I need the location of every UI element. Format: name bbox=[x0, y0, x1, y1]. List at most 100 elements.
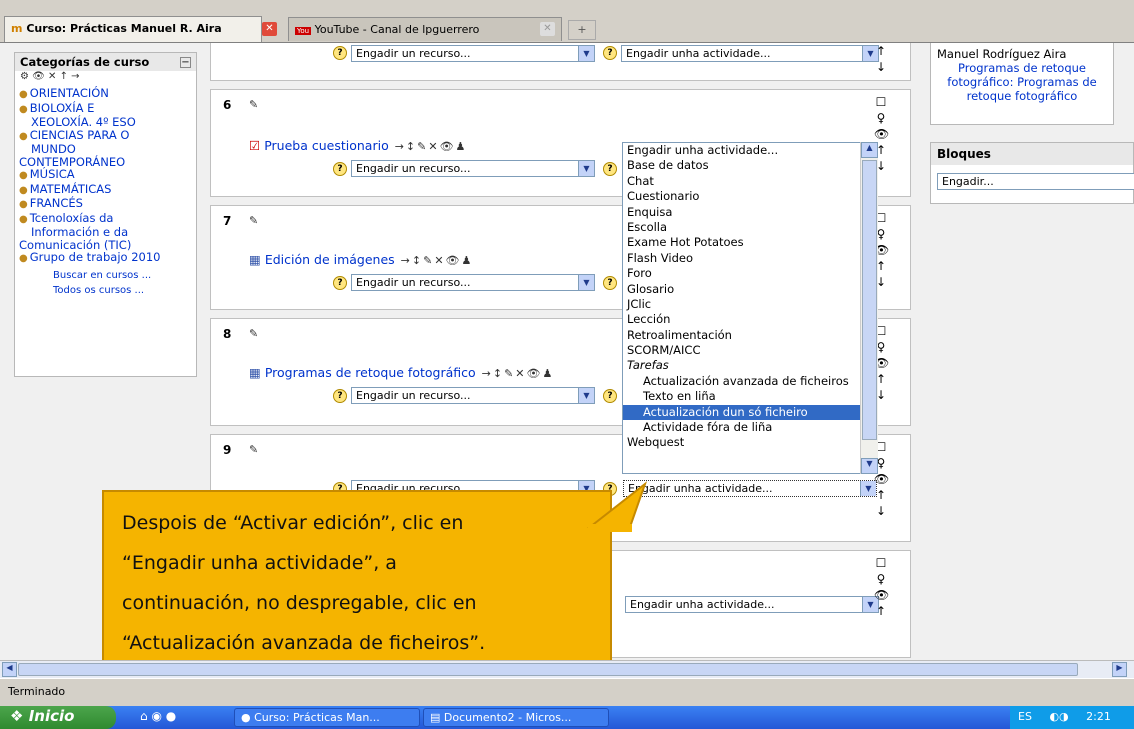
start-button[interactable]: ❖ Inicio bbox=[0, 706, 116, 729]
dropdown-option[interactable]: Actualización dun só ficheiro bbox=[623, 404, 877, 421]
edit-icon[interactable]: ✎ bbox=[249, 443, 258, 456]
close-tab-icon[interactable]: ✕ bbox=[540, 22, 555, 36]
dropdown-option[interactable]: JClic bbox=[623, 297, 877, 312]
category-item[interactable]: ● MATEMÁTICAS bbox=[19, 182, 192, 198]
blocks-block: Bloques Engadir... bbox=[930, 142, 1134, 204]
category-item[interactable]: ● BIOLOXÍA E bbox=[19, 101, 192, 117]
help-icon[interactable]: ? bbox=[603, 46, 617, 60]
search-courses-link[interactable]: Buscar en cursos ... bbox=[19, 270, 192, 281]
help-icon[interactable]: ? bbox=[333, 276, 347, 290]
quick-launch[interactable]: ⌂ ◉ ● bbox=[140, 709, 176, 723]
firefox-icon: ● bbox=[241, 711, 251, 724]
dropdown-option[interactable]: Actualización avanzada de ficheiros bbox=[623, 374, 877, 389]
dropdown-option[interactable]: Escolla bbox=[623, 220, 877, 235]
all-courses-link[interactable]: Todos os cursos ... bbox=[19, 285, 192, 296]
desktop-icon[interactable]: ⌂ bbox=[140, 709, 148, 723]
course-categories-block: Categorías de curso − ⚙ 👁 ✕ ↑ → ● ORIENTA… bbox=[14, 52, 197, 377]
scroll-left-icon[interactable]: ◀ bbox=[2, 662, 17, 677]
tray-icons[interactable]: ◐◑ bbox=[1049, 710, 1068, 723]
block-edit-tools[interactable]: ⚙ 👁 ✕ ↑ → bbox=[15, 71, 196, 85]
assignment-icon: ▦ bbox=[249, 252, 261, 267]
new-tab-button[interactable]: + bbox=[568, 20, 596, 40]
dropdown-option[interactable]: Exame Hot Potatoes bbox=[623, 235, 877, 250]
category-item[interactable]: ● ORIENTACIÓN bbox=[19, 87, 192, 102]
callout-line: “Engadir unha actividade”, a bbox=[122, 552, 397, 574]
dropdown-option[interactable]: Webquest bbox=[623, 435, 877, 450]
category-item[interactable]: ● FRANCÉS bbox=[19, 197, 192, 212]
dropdown-option[interactable]: Cuestionario bbox=[623, 189, 877, 204]
add-resource-select[interactable]: Engadir un recurso... ▼ bbox=[351, 160, 595, 177]
browser-icon[interactable]: ◉ bbox=[151, 709, 161, 723]
dropdown-group-label: Tarefas bbox=[627, 358, 669, 373]
edit-icon[interactable]: ✎ bbox=[249, 327, 258, 340]
scroll-thumb[interactable] bbox=[862, 160, 877, 440]
help-icon[interactable]: ? bbox=[603, 389, 617, 403]
help-icon[interactable]: ? bbox=[333, 46, 347, 60]
language-indicator[interactable]: ES bbox=[1018, 710, 1032, 723]
user-name[interactable]: Manuel Rodríguez Aira bbox=[937, 47, 1107, 61]
close-tab-icon[interactable]: ✕ bbox=[262, 22, 277, 36]
tab-youtube[interactable]: You YouTube - Canal de lpguerrero bbox=[288, 17, 562, 41]
add-resource-select[interactable]: Engadir un recurso... ▼ bbox=[351, 45, 595, 62]
category-item[interactable]: ● Tcenoloxías da bbox=[19, 211, 192, 227]
help-icon[interactable]: ? bbox=[333, 389, 347, 403]
add-resource-select[interactable]: Engadir un recurso... ▼ bbox=[351, 387, 595, 404]
dropdown-option[interactable]: Enquisa bbox=[623, 205, 877, 220]
activity-tools[interactable]: →↕✎✕👁♟ bbox=[482, 367, 555, 380]
activity-link[interactable]: ☑ Prueba cuestionario →↕✎✕👁♟ bbox=[249, 138, 467, 153]
windows-logo-icon: ❖ bbox=[10, 707, 24, 725]
system-tray: ES ◐◑ 2:21 bbox=[1010, 706, 1134, 729]
dropdown-option[interactable]: Engadir unha actividade... bbox=[623, 143, 877, 158]
edit-icon[interactable]: ✎ bbox=[249, 98, 258, 111]
tab-curso[interactable]: m Curso: Prácticas Manuel R. Aira bbox=[4, 16, 262, 42]
dropdown-option[interactable]: Texto en liña bbox=[623, 389, 877, 404]
dropdown-option[interactable]: Lección bbox=[623, 312, 877, 327]
dropdown-option[interactable]: Flash Video bbox=[623, 251, 877, 266]
help-icon[interactable]: ? bbox=[603, 162, 617, 176]
dropdown-option[interactable]: Foro bbox=[623, 266, 877, 281]
category-item[interactable]: ● CIENCIAS PARA O bbox=[19, 128, 192, 144]
help-icon[interactable]: ? bbox=[603, 276, 617, 290]
activity-tools[interactable]: →↕✎✕👁♟ bbox=[395, 140, 468, 153]
add-resource-select[interactable]: Engadir un recurso... ▼ bbox=[351, 274, 595, 291]
activity-link[interactable]: ▦ Edición de imágenes →↕✎✕👁♟ bbox=[249, 252, 473, 267]
activity-dropdown-list[interactable]: Engadir unha actividade... Base de datos C… bbox=[622, 142, 878, 474]
category-item[interactable]: ● Grupo de trabajo 2010 bbox=[19, 251, 192, 266]
activity-tools[interactable]: →↕✎✕👁♟ bbox=[401, 254, 474, 267]
activity-link[interactable]: ▦ Programas de retoque fotográfico →↕✎✕👁♟ bbox=[249, 365, 554, 380]
scroll-up-icon[interactable]: ▲ bbox=[861, 142, 878, 158]
dropdown-scrollbar[interactable]: ▲ ▼ bbox=[860, 142, 878, 474]
category-icon: ● bbox=[19, 184, 28, 196]
scroll-thumb[interactable] bbox=[18, 663, 1078, 676]
section-tools[interactable]: ☐ ♀ 👁 ↑ bbox=[874, 555, 889, 619]
dropdown-option[interactable]: Base de datos bbox=[623, 158, 877, 173]
help-icon[interactable]: ? bbox=[333, 162, 347, 176]
horizontal-scrollbar[interactable]: ◀ ▶ bbox=[0, 660, 1134, 678]
add-activity-select[interactable]: Engadir unha actividade... ▼ bbox=[621, 45, 879, 62]
recent-link[interactable]: Programas de retoque fotográfico: Progra… bbox=[937, 61, 1107, 103]
firefox-icon[interactable]: ● bbox=[166, 709, 176, 723]
category-icon: ● bbox=[19, 199, 28, 210]
section-tools[interactable]: ↑ ↓ bbox=[874, 43, 888, 75]
add-activity-select[interactable]: Engadir unha actividade... ▼ bbox=[623, 480, 877, 497]
category-icon: ● bbox=[19, 103, 28, 115]
scroll-right-icon[interactable]: ▶ bbox=[1112, 662, 1127, 677]
dropdown-option[interactable]: Actividade fóra de liña bbox=[623, 420, 877, 435]
taskbar-window-word[interactable]: ▤ Documento2 - Micros... bbox=[423, 708, 609, 727]
word-icon: ▤ bbox=[430, 711, 441, 724]
category-item[interactable]: ● MÚSICA bbox=[19, 168, 192, 183]
add-block-select[interactable]: Engadir... bbox=[937, 173, 1134, 190]
scroll-down-icon[interactable]: ▼ bbox=[861, 458, 878, 474]
dropdown-option[interactable]: SCORM/AICC bbox=[623, 343, 877, 358]
taskbar-window-firefox[interactable]: ● Curso: Prácticas Man... bbox=[234, 708, 420, 727]
dropdown-option[interactable]: Glosario bbox=[623, 282, 877, 297]
dropdown-option[interactable]: Retroalimentación bbox=[623, 328, 877, 343]
collapse-icon[interactable]: − bbox=[180, 57, 191, 68]
chevron-down-icon: ▼ bbox=[578, 275, 594, 290]
edit-icon[interactable]: ✎ bbox=[249, 214, 258, 227]
instruction-callout: Despois de “Activar edición”, clic en “E… bbox=[102, 490, 612, 686]
section-number: 9 bbox=[223, 443, 232, 457]
add-activity-select[interactable]: Engadir unha actividade... ▼ bbox=[625, 596, 879, 613]
dropdown-option[interactable]: Chat bbox=[623, 174, 877, 189]
category-icon: ● bbox=[19, 170, 28, 181]
